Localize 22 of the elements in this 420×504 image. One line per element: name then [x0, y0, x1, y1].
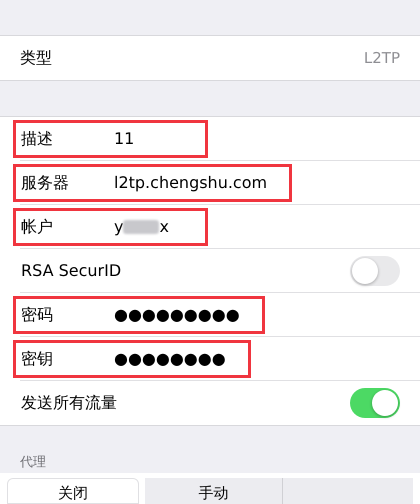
- field-value[interactable]: 11: [114, 129, 134, 148]
- field-label: 描述: [21, 128, 54, 150]
- row-label: 类型: [20, 47, 53, 69]
- field-value[interactable]: y: [114, 217, 124, 236]
- field-value[interactable]: ●●●●●●●●●: [114, 305, 240, 324]
- field-value[interactable]: x: [159, 217, 169, 236]
- redaction-blur: [123, 220, 160, 234]
- field-label: 密钥: [21, 348, 54, 370]
- segment-tab[interactable]: 关闭: [7, 478, 139, 504]
- field-label: 服务器: [21, 172, 70, 194]
- segment-tab[interactable]: 手动: [145, 478, 283, 504]
- toggle-switch[interactable]: [350, 256, 400, 286]
- toggle-switch[interactable]: [350, 388, 400, 418]
- field-label: 发送所有流量: [21, 392, 117, 414]
- field-label: 帐户: [21, 216, 54, 238]
- row-value: L2TP: [364, 49, 400, 67]
- section-header: 代理: [20, 454, 46, 472]
- field-value[interactable]: ●●●●●●●●: [114, 349, 226, 368]
- field-label: RSA SecurID: [21, 260, 122, 282]
- segment-tab[interactable]: [283, 478, 413, 504]
- field-value[interactable]: l2tp.chengshu.com: [114, 173, 268, 192]
- field-label: 密码: [21, 304, 54, 326]
